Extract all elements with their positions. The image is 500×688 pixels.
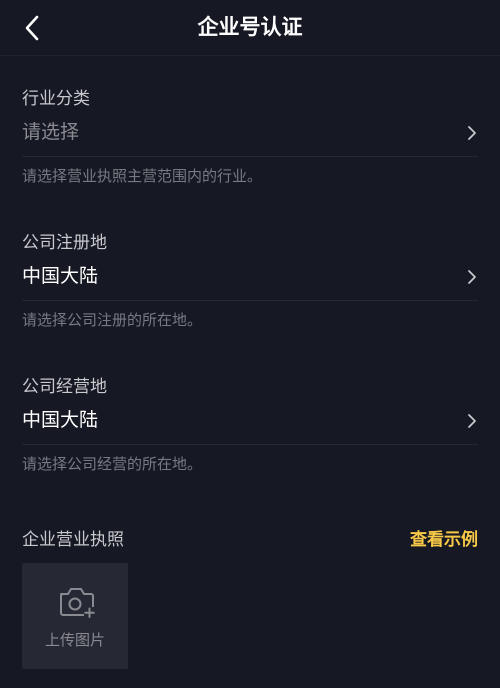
registration-select[interactable]: 中国大陆 (22, 255, 478, 301)
registration-hint: 请选择公司注册的所在地。 (22, 311, 203, 329)
registration-label: 公司注册地 (22, 233, 107, 253)
registration-value: 中国大陆 (22, 265, 99, 287)
industry-value: 请选择 (22, 121, 80, 143)
chevron-right-icon (468, 270, 476, 284)
upload-label: 上传图片 (44, 631, 105, 649)
chevron-right-icon (468, 126, 476, 140)
operation-hint: 请选择公司经营的所在地。 (22, 455, 203, 473)
view-example-link[interactable]: 查看示例 (410, 528, 478, 552)
operation-value: 中国大陆 (22, 409, 99, 431)
operation-select[interactable]: 中国大陆 (22, 399, 478, 445)
industry-section: 行业分类 请选择 请选择营业执照主营范围内的行业。 (22, 87, 478, 187)
header-bar: 企业号认证 (0, 0, 500, 56)
registration-section: 公司注册地 中国大陆 请选择公司注册的所在地。 (22, 231, 478, 331)
license-header: 企业营业执照 查看示例 (22, 526, 478, 554)
chevron-right-icon (468, 414, 476, 428)
enterprise-verification-page: 企业号认证 行业分类 请选择 请选择营业执照主营范围内的行业。 公司注册地 中国… (0, 0, 500, 688)
license-label: 企业营业执照 (22, 530, 124, 550)
page-title: 企业号认证 (197, 15, 303, 39)
operation-section: 公司经营地 中国大陆 请选择公司经营的所在地。 (22, 375, 478, 475)
industry-select[interactable]: 请选择 (22, 111, 478, 157)
upload-image-button[interactable]: 上传图片 (22, 563, 128, 669)
industry-hint: 请选择营业执照主营范围内的行业。 (22, 167, 263, 185)
camera-plus-icon (60, 588, 95, 618)
industry-label: 行业分类 (22, 89, 90, 109)
operation-label: 公司经营地 (22, 377, 107, 397)
